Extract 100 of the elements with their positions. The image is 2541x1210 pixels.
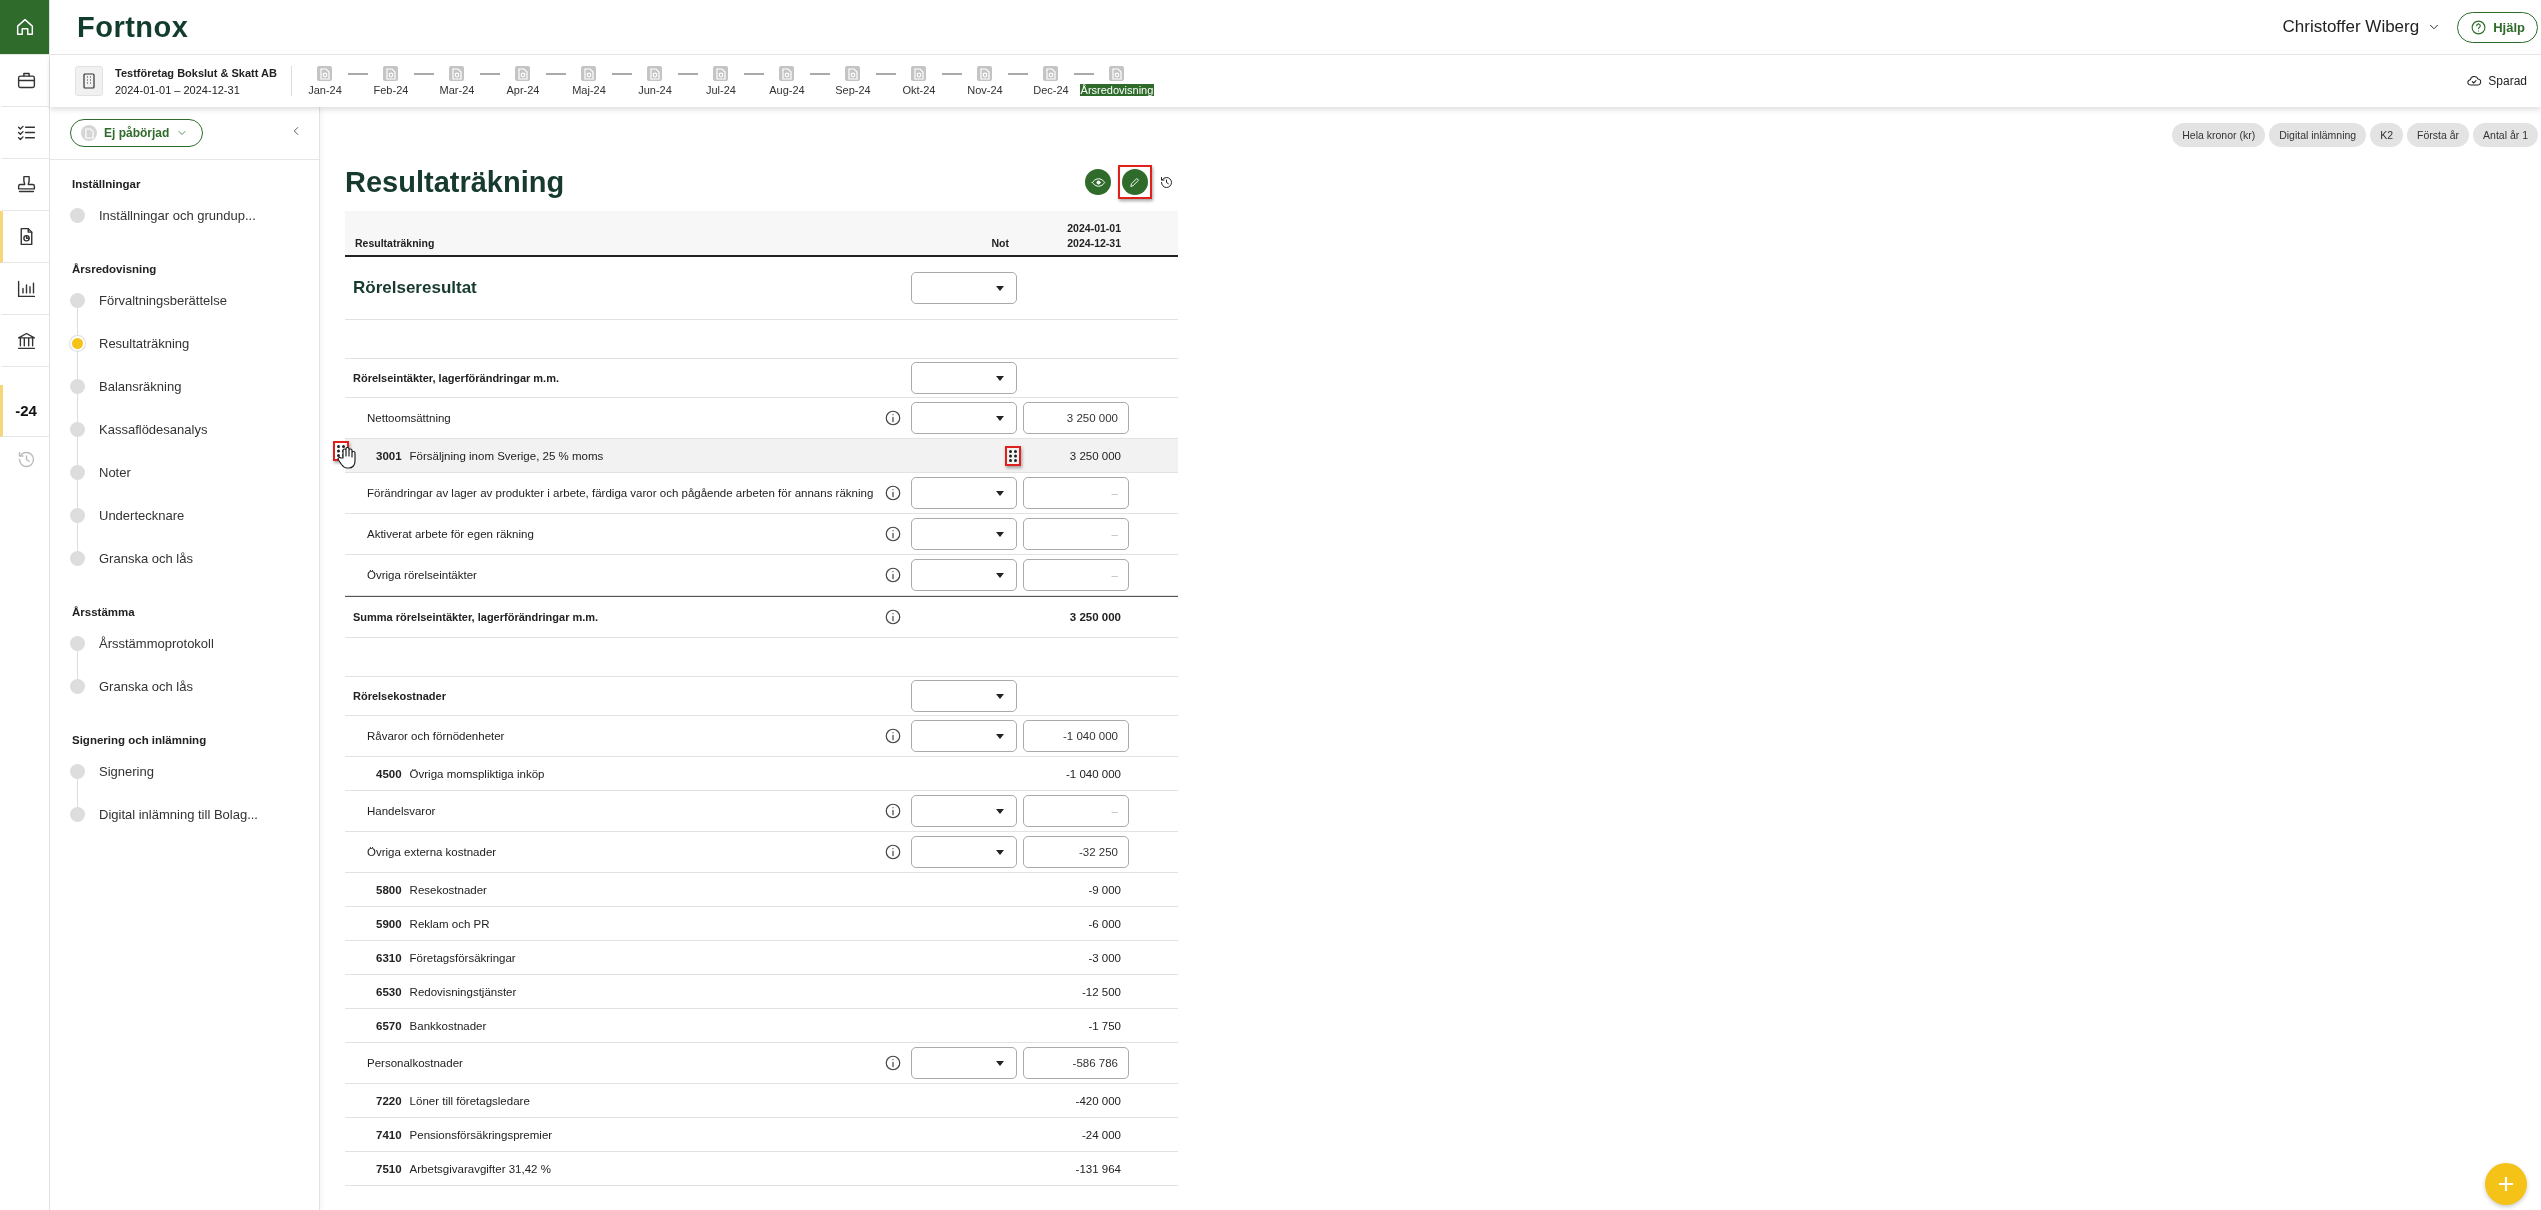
timeline-step[interactable]: Dec-24: [1032, 84, 1070, 96]
document-icon: [81, 125, 97, 141]
nav-item[interactable]: Granska och lås: [99, 551, 193, 566]
section-title: Årsstämma: [72, 606, 136, 618]
section-title: Årsredovisning: [72, 263, 158, 275]
timeline-step[interactable]: Aug-24: [768, 84, 806, 96]
document-icon: [779, 66, 795, 81]
note-dropdown[interactable]: [911, 518, 1017, 550]
column-header: 2024-01-01 2024-12-31: [1066, 222, 1122, 249]
caret-icon: [996, 490, 1004, 496]
nav-item[interactable]: Granska och lås: [99, 679, 193, 694]
timeline-step[interactable]: Jan-24: [307, 84, 343, 96]
timeline-step[interactable]: Apr-24: [505, 84, 541, 96]
fiscal-period: 2024-01-01 – 2024-12-31: [115, 83, 241, 96]
group-heading: Rörelsekostnader: [352, 690, 447, 702]
nav-item[interactable]: Förvaltningsberättelse: [99, 293, 227, 308]
page-title: Resultaträkning: [345, 165, 565, 199]
caret-icon: [996, 572, 1004, 578]
home-tab[interactable]: [0, 0, 49, 55]
note-dropdown[interactable]: [911, 795, 1017, 827]
timeline-step[interactable]: Maj-24: [571, 84, 607, 96]
caret-icon: [996, 375, 1004, 381]
note-dropdown[interactable]: [911, 1047, 1017, 1079]
timeline-step[interactable]: Jun-24: [637, 84, 673, 96]
timeline-step[interactable]: Nov-24: [966, 84, 1004, 96]
section-title: Signering och inlämning: [72, 734, 208, 746]
filter-chip[interactable]: K2: [2370, 123, 2404, 147]
nav-item[interactable]: Årsstämmoprotokoll: [99, 636, 214, 651]
amount: -9 000: [1087, 883, 1122, 896]
note-dropdown[interactable]: [911, 836, 1017, 868]
row-label: Aktiverat arbete för egen räkning: [366, 526, 535, 542]
hand-cursor-icon: [337, 447, 357, 469]
column-header: Resultaträkning: [354, 237, 436, 249]
amount-field[interactable]: -1 040 000: [1023, 720, 1129, 752]
amount-field[interactable]: –: [1023, 559, 1129, 591]
note-dropdown[interactable]: [911, 477, 1017, 509]
drag-handle-icon[interactable]: [1009, 449, 1017, 462]
group-heading: Rörelseintäkter, lagerförändringar m.m.: [352, 372, 560, 384]
info-icon: [884, 727, 902, 745]
account-number: 7410: [376, 1128, 402, 1141]
amount-field[interactable]: –: [1023, 518, 1129, 550]
nav-item[interactable]: Balansräkning: [99, 379, 182, 394]
document-icon: [713, 66, 729, 81]
info-icon: [884, 409, 902, 427]
amount-field[interactable]: -586 786: [1023, 1047, 1129, 1079]
history-button[interactable]: [1159, 174, 1174, 190]
row-label: Handelsvaror: [366, 803, 437, 819]
cloud-check-icon: [2466, 73, 2483, 89]
amount: -1 750: [1087, 1019, 1122, 1032]
filter-chip[interactable]: Digital inlämning: [2269, 123, 2367, 147]
row-label: Förändringar av lager av produkter i arbete, färdiga varor och pågående arbeten för annans räkning: [366, 485, 875, 501]
note-dropdown[interactable]: [911, 402, 1017, 434]
amount-field[interactable]: -32 250: [1023, 836, 1129, 868]
amount-field[interactable]: –: [1023, 477, 1129, 509]
amount-field[interactable]: –: [1023, 795, 1129, 827]
timeline-step[interactable]: Jul-24: [705, 84, 737, 96]
account-name: Försäljning inom Sverige, 25 % moms: [409, 449, 604, 462]
briefcase-icon: [15, 70, 37, 91]
nav-item[interactable]: Inställningar och grundup...: [99, 208, 256, 223]
timeline-step[interactable]: Okt-24: [901, 84, 937, 96]
info-icon: [884, 1054, 902, 1072]
nav-item[interactable]: Digital inlämning till Bolag...: [99, 807, 258, 822]
account-number: 3001: [376, 449, 402, 462]
info-icon: [884, 566, 902, 584]
nav-item[interactable]: Noter: [99, 465, 131, 480]
total-label: Summa rörelseintäkter, lagerförändringar m.m.: [352, 611, 600, 623]
year-tab[interactable]: -24: [0, 385, 49, 437]
caret-icon: [996, 849, 1004, 855]
note-dropdown[interactable]: [911, 680, 1017, 712]
note-dropdown[interactable]: [911, 362, 1017, 394]
status-dropdown[interactable]: Ej påbörjad: [70, 119, 204, 147]
help-button[interactable]: Hjälp: [2457, 11, 2538, 43]
filter-chip[interactable]: Första år: [2407, 123, 2470, 147]
document-icon: [1109, 66, 1125, 81]
document-icon: [977, 66, 993, 81]
account-name: Löner till företagsledare: [409, 1094, 530, 1107]
amount: -24 000: [1081, 1128, 1122, 1141]
note-dropdown[interactable]: [911, 559, 1017, 591]
amount-field[interactable]: 3 250 000: [1023, 402, 1129, 434]
timeline-step[interactable]: Sep-24: [834, 84, 872, 96]
user-menu[interactable]: Christoffer Wiberg: [2282, 17, 2442, 37]
note-dropdown[interactable]: [911, 720, 1017, 752]
row-label: Övriga rörelseintäkter: [366, 567, 478, 583]
document-icon: [515, 66, 531, 81]
logo[interactable]: Fortnox: [77, 10, 189, 44]
nav-item[interactable]: Signering: [99, 764, 154, 779]
note-dropdown[interactable]: [911, 272, 1017, 304]
section-heading: Rörelseresultat: [352, 278, 478, 298]
account-number: 5900: [376, 917, 402, 930]
timeline-step[interactable]: Årsredovisning: [1079, 84, 1155, 96]
filter-chip[interactable]: Hela kronor (kr): [2172, 123, 2266, 147]
timeline-step[interactable]: Mar-24: [438, 84, 476, 96]
filter-chip[interactable]: Antal år 1: [2473, 123, 2538, 147]
nav-item[interactable]: Undertecknare: [99, 508, 185, 523]
timeline-step[interactable]: Feb-24: [372, 84, 410, 96]
nav-item[interactable]: Resultaträkning: [99, 336, 190, 351]
preview-button[interactable]: [1085, 169, 1111, 195]
info-icon: [884, 843, 902, 861]
nav-tab[interactable]: [0, 211, 49, 263]
nav-item[interactable]: Kassaflödesanalys: [99, 422, 208, 437]
